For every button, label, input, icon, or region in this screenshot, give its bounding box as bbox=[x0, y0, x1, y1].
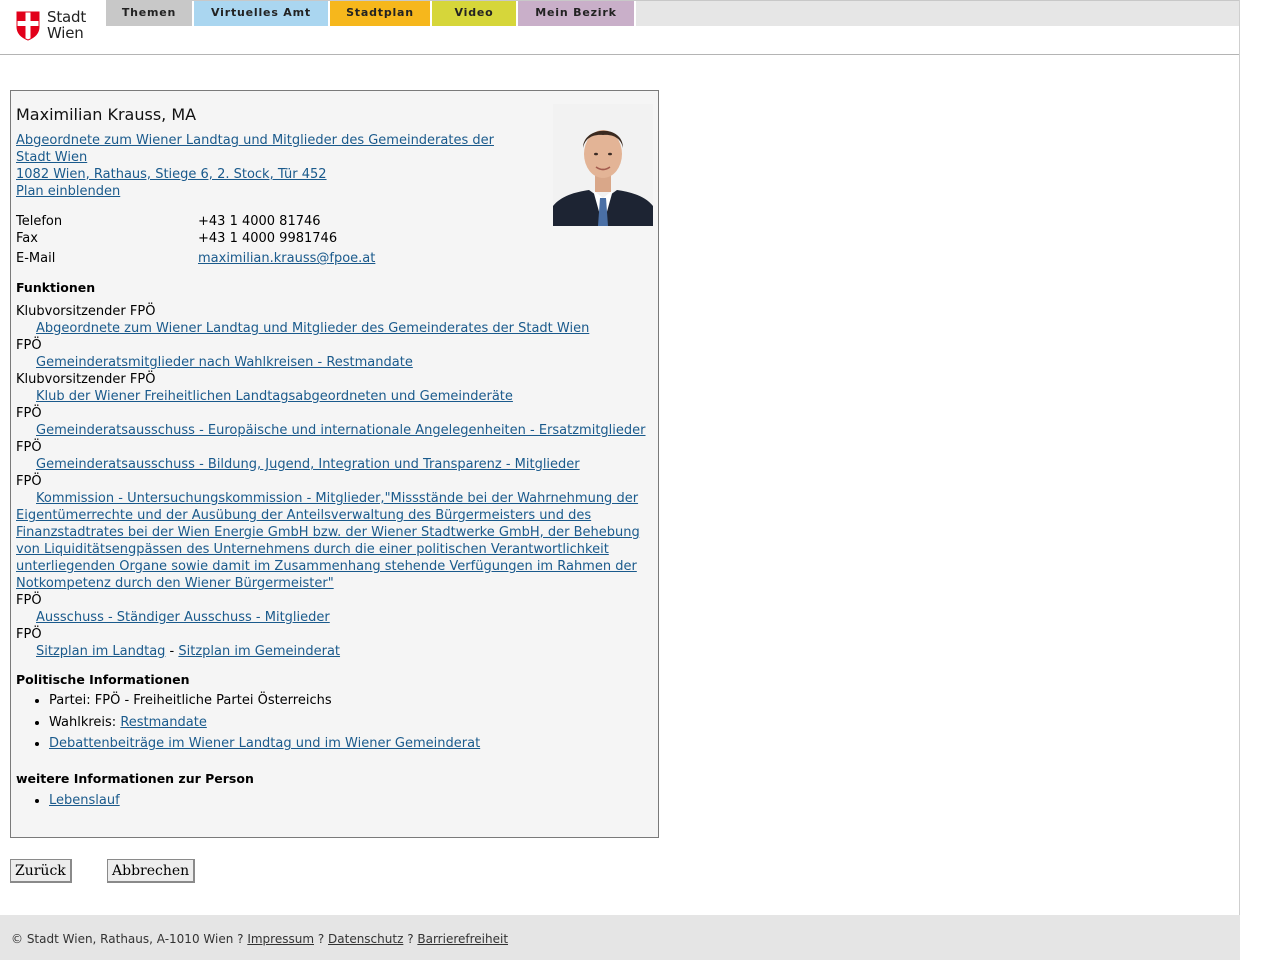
function-link[interactable]: Ausschuss - Ständiger Ausschuss - Mitgli… bbox=[36, 610, 330, 625]
debate-item: Debattenbeiträge im Wiener Landtag und i… bbox=[49, 733, 480, 755]
seating-plan-gemeinderat-link[interactable]: Sitzplan im Gemeinderat bbox=[178, 644, 340, 659]
back-button[interactable]: Zurück bbox=[10, 859, 72, 883]
party-text: Partei: FPÖ - Freiheitliche Partei Öster… bbox=[49, 693, 332, 708]
function-role: FPÖ bbox=[16, 474, 42, 489]
person-name: Maximilian Krauss, MA bbox=[16, 105, 197, 124]
copyright-text: © Stadt Wien, Rathaus, A-1010 Wien bbox=[11, 932, 234, 946]
main-navigation: Themen Virtuelles Amt Stadtplan Video Me… bbox=[106, 0, 1239, 26]
cv-link[interactable]: Lebenslauf bbox=[49, 793, 120, 808]
footer-text: © Stadt Wien, Rathaus, A-1010 Wien ? Imp… bbox=[11, 932, 508, 946]
function-role: FPÖ bbox=[16, 338, 42, 353]
coat-of-arms-icon bbox=[16, 11, 40, 41]
logo-line2: Wien bbox=[47, 24, 84, 42]
footer-separator: ? bbox=[403, 932, 418, 946]
nav-tab-mein-bezirk[interactable]: Mein Bezirk bbox=[518, 1, 636, 26]
function-role: Klubvorsitzender FPÖ bbox=[16, 304, 156, 319]
link-separator: - bbox=[165, 644, 179, 659]
debate-link[interactable]: Debattenbeiträge im Wiener Landtag und i… bbox=[49, 736, 480, 751]
party-item: Partei: FPÖ - Freiheitliche Partei Öster… bbox=[49, 690, 480, 712]
email-label: E-Mail bbox=[16, 251, 56, 266]
political-info-heading: Politische Informationen bbox=[16, 672, 190, 687]
function-role: FPÖ bbox=[16, 440, 42, 455]
function-role: FPÖ bbox=[16, 627, 42, 642]
function-role: FPÖ bbox=[16, 406, 42, 421]
logo-line1: Stadt bbox=[47, 8, 86, 26]
nav-tab-virtuelles-amt[interactable]: Virtuelles Amt bbox=[194, 1, 330, 26]
function-link[interactable]: Klub der Wiener Freiheitlichen Landtagsa… bbox=[36, 389, 513, 404]
page-right-border bbox=[1239, 0, 1240, 915]
further-info-heading: weitere Informationen zur Person bbox=[16, 771, 254, 786]
datenschutz-link[interactable]: Datenschutz bbox=[328, 932, 403, 946]
nav-tab-video[interactable]: Video bbox=[432, 1, 518, 26]
fax-label: Fax bbox=[16, 231, 38, 246]
phone-value: +43 1 4000 81746 bbox=[198, 214, 321, 229]
cancel-button[interactable]: Abbrechen bbox=[107, 859, 196, 883]
person-photo bbox=[553, 104, 653, 226]
constituency-item: Wahlkreis: Restmandate bbox=[49, 712, 480, 734]
function-role: FPÖ bbox=[16, 593, 42, 608]
functions-heading: Funktionen bbox=[16, 280, 96, 295]
political-info-list: Partei: FPÖ - Freiheitliche Partei Öster… bbox=[27, 690, 480, 755]
constituency-link[interactable]: Restmandate bbox=[120, 715, 207, 730]
logo-text: Stadt Wien bbox=[47, 9, 86, 41]
email-link[interactable]: maximilian.krauss@fpoe.at bbox=[198, 251, 375, 266]
address-block: Abgeordnete zum Wiener Landtag und Mitgl… bbox=[16, 132, 516, 200]
function-link[interactable]: Gemeinderatsmitglieder nach Wahlkreisen … bbox=[36, 355, 413, 370]
show-map-link[interactable]: Plan einblenden bbox=[16, 183, 516, 200]
group-link[interactable]: Abgeordnete zum Wiener Landtag und Mitgl… bbox=[16, 132, 516, 166]
person-details-panel: Maximilian Krauss, MA Abgeordnete zum Wi… bbox=[10, 90, 659, 838]
cv-item: Lebenslauf bbox=[49, 791, 120, 811]
stadt-wien-logo[interactable]: Stadt Wien bbox=[16, 9, 106, 43]
function-link[interactable]: Gemeinderatsausschuss - Bildung, Jugend,… bbox=[36, 457, 580, 472]
phone-label: Telefon bbox=[16, 214, 63, 229]
fax-value: +43 1 4000 9981746 bbox=[198, 231, 338, 246]
nav-tab-stadtplan[interactable]: Stadtplan bbox=[330, 1, 432, 26]
function-role: Klubvorsitzender FPÖ bbox=[16, 372, 156, 387]
function-link[interactable]: Gemeinderatsausschuss - Europäische und … bbox=[36, 423, 646, 438]
impressum-link[interactable]: Impressum bbox=[247, 932, 314, 946]
barrierefreiheit-link[interactable]: Barrierefreiheit bbox=[417, 932, 508, 946]
nav-tab-themen[interactable]: Themen bbox=[106, 1, 194, 26]
address-link[interactable]: 1082 Wien, Rathaus, Stiege 6, 2. Stock, … bbox=[16, 166, 516, 183]
footer-separator: ? bbox=[233, 932, 248, 946]
function-link[interactable]: Abgeordnete zum Wiener Landtag und Mitgl… bbox=[36, 321, 589, 336]
further-info-list: Lebenslauf bbox=[27, 791, 120, 811]
function-link[interactable]: Kommission - Untersuchungskommission - M… bbox=[16, 491, 640, 591]
constituency-label: Wahlkreis: bbox=[49, 714, 121, 730]
functions-list: Klubvorsitzender FPÖ Abgeordnete zum Wie… bbox=[16, 303, 651, 660]
portrait-image bbox=[553, 104, 653, 226]
seating-plan-landtag-link[interactable]: Sitzplan im Landtag bbox=[36, 644, 165, 659]
site-header: Stadt Wien Themen Virtuelles Amt Stadtpl… bbox=[0, 0, 1239, 55]
footer-separator: ? bbox=[314, 932, 329, 946]
site-footer: © Stadt Wien, Rathaus, A-1010 Wien ? Imp… bbox=[0, 915, 1240, 960]
